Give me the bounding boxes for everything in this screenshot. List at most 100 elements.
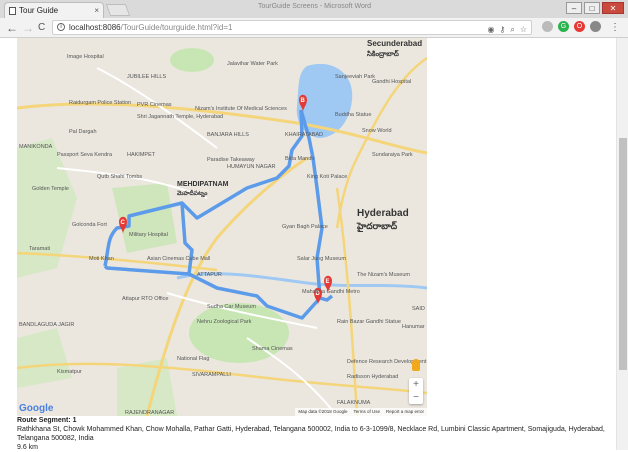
route-segment-label: Route Segment: 1 [17, 417, 77, 424]
label-shivarampalli: SIVARAMPALLI [192, 372, 231, 378]
route-description: Rathkhana St, Chowk Mohammed Khan, Chow … [17, 426, 605, 442]
site-info-icon[interactable]: i [57, 23, 65, 31]
label-jalavihar: Jalavihar Water Park [227, 61, 278, 67]
label-asian-cinemas: Asian Cinemas Cube Mall [147, 256, 210, 262]
window-title: TourGuide Screens - Microsoft Word [258, 3, 372, 10]
zoom-out-button[interactable]: − [409, 391, 423, 404]
label-mehdipatnam-te: మెహదీపట్నం [177, 189, 207, 198]
reload-button[interactable]: C [38, 20, 45, 36]
label-mahatma-gandhi: Mahatma Gandhi Metro [302, 289, 360, 295]
label-hakimpet: HAKIMPET [127, 152, 156, 158]
vertical-scrollbar[interactable] [616, 38, 628, 450]
label-bandlaguda: BANDLAGUDA JAGIR [19, 322, 74, 328]
label-secunderabad: Secunderabad [367, 39, 422, 48]
label-sri-jagannath: Shri Jagannath Temple, Hyderabad [137, 114, 223, 120]
label-humayun-nagar: HUMAYUN NAGAR [227, 164, 276, 170]
label-attapur: ATTAPUR [197, 272, 222, 278]
label-national-flag: National Flag [177, 356, 209, 362]
label-secunderabad-te: సికింద్రాబాద్ [367, 49, 399, 59]
label-raidurgam: Raidurgam Police Station [69, 100, 131, 106]
label-nizams-institute: Nizam's Institute Of Medical Sciences [195, 106, 287, 112]
opera-icon[interactable]: O [574, 21, 585, 32]
back-button[interactable]: ← [6, 20, 18, 36]
label-saidabad: SAID [412, 306, 425, 312]
report-error-link[interactable]: Report a map error [386, 408, 424, 416]
label-qutb-shahi: Qutb Shahi Tombs [97, 174, 142, 180]
label-military-hospital: Military Hospital [129, 232, 168, 238]
zoom-controls: + − [409, 378, 423, 404]
forward-button[interactable]: → [22, 20, 34, 36]
label-falaknuma: FALAKNUMA [337, 400, 371, 406]
google-logo: Google [19, 403, 54, 414]
bookmark-star-icon[interactable]: ☆ [520, 23, 527, 36]
label-nehru-zoo: Nehru Zoological Park [197, 319, 252, 325]
svg-text:B: B [301, 98, 306, 104]
map-data-credit: Map data ©2018 Google [298, 409, 348, 414]
address-bar[interactable]: i localhost:8086/TourGuide/tourguide.htm… [52, 20, 532, 35]
map-view[interactable]: B C E D Secunderabad సికింద్రాబాద్ Hyder… [17, 38, 427, 416]
label-snow-world: Snow World [362, 128, 392, 134]
tab-title: Tour Guide [19, 6, 59, 15]
label-pvr: PVR Cinemas [137, 102, 172, 108]
map-footer: Map data ©2018 Google Terms of Use Repor… [295, 408, 427, 416]
label-gandhi-hospital: Gandhi Hospital [372, 79, 411, 85]
page-icon [9, 7, 16, 15]
label-sundaraiya: Sundaraiya Park [372, 152, 413, 158]
new-tab-button[interactable] [105, 4, 131, 16]
tab-close-icon[interactable]: × [94, 3, 99, 19]
key-icon[interactable]: ⚷ [499, 23, 505, 36]
label-golconda-fort: Golconda Fort [72, 222, 107, 228]
label-jubilee-hills: JUBILEE HILLS [127, 74, 166, 80]
map-canvas[interactable]: B C E D Secunderabad సికింద్రాబాద్ Hyder… [17, 38, 427, 416]
menu-icon[interactable]: ⋮ [610, 20, 620, 36]
extension-icon-1[interactable] [542, 21, 553, 32]
svg-text:C: C [121, 220, 126, 226]
svg-text:E: E [326, 279, 330, 285]
zoom-in-button[interactable]: + [409, 378, 423, 391]
omnibox-actions: ◉ ⚷ ⌕ ☆ [488, 23, 528, 36]
label-radisson: Radisson Hyderabad [347, 374, 398, 380]
label-image-hospital: Image Hospital [67, 54, 104, 60]
browser-title-bar: Tour Guide × TourGuide Screens - Microso… [0, 0, 628, 18]
label-taramati: Taramati [29, 246, 50, 252]
label-buddha-statue: Buddha Statue [335, 112, 371, 118]
label-paradise: Paradise Takeaway [207, 157, 255, 163]
shield-icon[interactable] [590, 21, 601, 32]
label-moti-khan: Moti Khan [89, 256, 114, 262]
close-window-button[interactable]: ✕ [602, 2, 624, 14]
street-view-pegman-icon[interactable] [412, 359, 420, 371]
label-kismatpur: Kismatpur [57, 369, 82, 375]
browser-toolbar: ← → C i localhost:8086/TourGuide/tourgui… [0, 18, 628, 38]
label-nizams-museum: The Nizam's Museum [357, 272, 410, 278]
label-banjara-hills: BANJARA HILLS [207, 132, 249, 138]
window-controls: – □ ✕ [566, 2, 624, 14]
label-hanuman: Hanumar [402, 324, 425, 330]
url-path: /TourGuide/tourguide.html?id=1 [120, 23, 233, 32]
label-rain-bazar: Rain Bazar Gandhi Statue [337, 319, 401, 325]
route-distance: 9.6 km [17, 444, 39, 451]
label-hyderabad: Hyderabad [357, 208, 409, 219]
maximize-button[interactable]: □ [584, 2, 600, 14]
label-fal-dargah: Pal Dargah [69, 129, 97, 135]
url-host: localhost:8086 [69, 23, 121, 32]
scrollbar-thumb[interactable] [619, 138, 627, 370]
label-king-kothi: King Koti Palace [307, 174, 347, 180]
route-info: Route Segment: 1 Rathkhana St, Chowk Moh… [17, 416, 607, 452]
zoom-icon[interactable]: ⌕ [510, 23, 514, 36]
label-attapur-rto: Attapur RTO Office [122, 296, 168, 302]
terms-link[interactable]: Terms of Use [353, 408, 380, 416]
minimize-button[interactable]: – [566, 2, 582, 14]
label-khairatabad: KHAIRATABAD [285, 132, 323, 138]
label-golden-temple: Golden Temple [32, 186, 69, 192]
translate-icon[interactable]: ◉ [488, 23, 495, 36]
label-passport: Passport Seva Kendra [57, 152, 113, 158]
grammarly-icon[interactable]: G [558, 21, 569, 32]
label-sudha-car: Sudha Car Museum [207, 304, 256, 310]
label-mehdipatnam: MEHDIPATNAM [177, 181, 229, 188]
label-salar-jung: Salar Jung Museum [297, 256, 346, 262]
label-manikonda: MANIKONDA [19, 144, 53, 150]
label-shama: Shama Cinemas [252, 346, 293, 352]
browser-tab[interactable]: Tour Guide × [4, 2, 104, 18]
label-gyan-bagh: Gyan Bagh Palace [282, 224, 328, 230]
label-birla-mandir: Birla Mandir [285, 156, 315, 162]
